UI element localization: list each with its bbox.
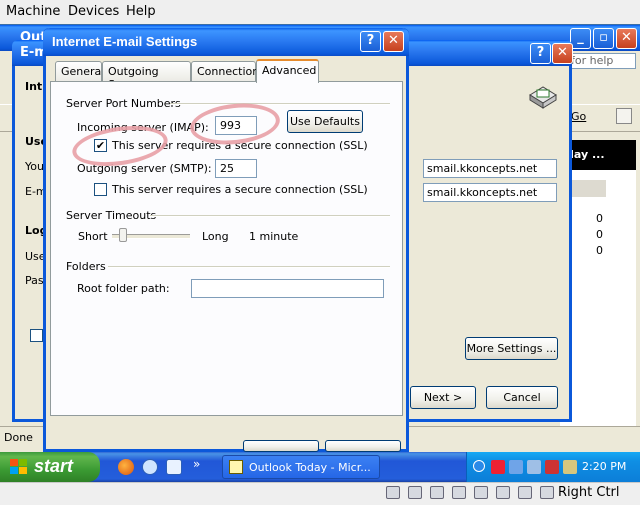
timeout-short-label: Short [78,230,108,243]
host-display-icon[interactable] [496,486,510,499]
cancel-button-partial[interactable] [325,440,401,452]
host-menu-devices[interactable]: Devices [68,4,119,19]
host-menu-bar: Machine Devices Help [0,0,640,25]
host-menu-machine[interactable]: Machine [6,4,60,19]
host-arrow-icon[interactable] [540,486,554,499]
outlook-quicklaunch-icon[interactable] [166,459,182,475]
quicklaunch-chevron-icon[interactable]: » [193,457,200,471]
tray-collapse-icon[interactable] [473,460,485,472]
account-close-button[interactable]: ✕ [552,43,573,64]
host-key-label: Right Ctrl [558,485,620,500]
incoming-server-label: Incoming server (IMAP): [77,121,209,134]
incoming-ssl-label: This server requires a secure connection… [112,139,368,152]
tray-security-icon[interactable] [491,460,505,474]
outlook-help-box[interactable]: for help [566,53,636,69]
next-button[interactable]: Next > [410,386,476,409]
outgoing-ssl-checkbox[interactable] [94,183,107,196]
host-usb-icon[interactable] [452,486,466,499]
tab-advanced[interactable]: Advanced [256,59,319,83]
outgoing-mail-server-field[interactable]: smail.kkoncepts.net [423,183,557,202]
timeout-value: 1 minute [249,230,299,243]
outlook-today-icon [229,460,243,474]
count-outbox: 0 [596,244,603,257]
outgoing-server-label: Outgoing server (SMTP): [77,162,212,175]
windows-logo-icon [10,459,28,475]
outgoing-port-input[interactable]: 25 [215,159,257,178]
root-folder-input[interactable] [191,279,384,298]
account-remember-checkbox[interactable] [30,329,43,342]
account-frag-int: Int [25,80,43,93]
outlook-maximize-button[interactable]: ▫ [593,28,614,49]
cancel-button[interactable]: Cancel [486,386,558,409]
count-inbox: 0 [596,212,603,225]
ok-button-partial[interactable] [243,440,319,452]
host-shared-folder-icon[interactable] [474,486,488,499]
host-floppy-icon[interactable] [430,486,444,499]
timeout-slider-thumb[interactable] [119,228,127,242]
firefox-icon[interactable] [118,459,134,475]
server-timeouts-group-label: Server Timeouts [66,209,157,222]
account-help-button[interactable]: ? [530,43,551,64]
root-folder-label: Root folder path: [77,282,170,295]
outlook-minimize-button[interactable]: _ [570,28,591,49]
use-defaults-button[interactable]: Use Defaults [287,110,363,133]
start-label: start [34,456,74,476]
account-frag-password: Pas [25,274,44,287]
more-settings-button[interactable]: More Settings ... [465,337,558,360]
tab-general[interactable]: General [55,61,104,81]
folders-group-divider [108,266,390,268]
tray-alert-icon[interactable] [545,460,559,474]
mail-server-icon [527,81,559,109]
refresh-icon[interactable] [616,108,632,124]
outlook-express-icon[interactable] [142,459,158,475]
ports-group-divider [170,103,390,105]
outlook-close-button[interactable]: ✕ [616,28,637,49]
incoming-port-input[interactable]: 993 [215,116,257,135]
outgoing-ssl-label: This server requires a secure connection… [112,183,368,196]
incoming-mail-server-field[interactable]: smail.kkoncepts.net [423,159,557,178]
taskbar-item-outlook[interactable]: Outlook Today - Micr... [222,455,380,479]
dialog-title: Internet E-mail Settings [52,34,198,49]
tray-network-icon[interactable] [509,460,523,474]
outlook-go-button[interactable]: Go [571,110,586,123]
tray-network-2-icon[interactable] [527,460,541,474]
dialog-close-button[interactable]: ✕ [383,31,404,52]
folders-group-label: Folders [66,260,106,273]
taskbar-item-label: Outlook Today - Micr... [249,461,371,474]
tray-volume-icon[interactable] [563,460,577,474]
incoming-ssl-checkbox[interactable]: ✔ [94,139,107,152]
host-capture-icon[interactable] [518,486,532,499]
host-optical-icon[interactable] [408,486,422,499]
count-drafts: 0 [596,228,603,241]
server-ports-group-label: Server Port Numbers [66,97,181,110]
status-done: Done [4,431,33,444]
taskbar-clock: 2:20 PM [582,460,627,473]
dialog-help-button[interactable]: ? [360,31,381,52]
host-disk-icon[interactable] [386,486,400,499]
tab-connection[interactable]: Connection [191,61,259,81]
timeouts-group-divider [150,215,390,217]
account-frag-your-name: You [25,160,44,173]
host-menu-help[interactable]: Help [126,4,156,19]
tab-outgoing-server[interactable]: Outgoing Server [102,61,191,91]
timeout-long-label: Long [202,230,229,243]
